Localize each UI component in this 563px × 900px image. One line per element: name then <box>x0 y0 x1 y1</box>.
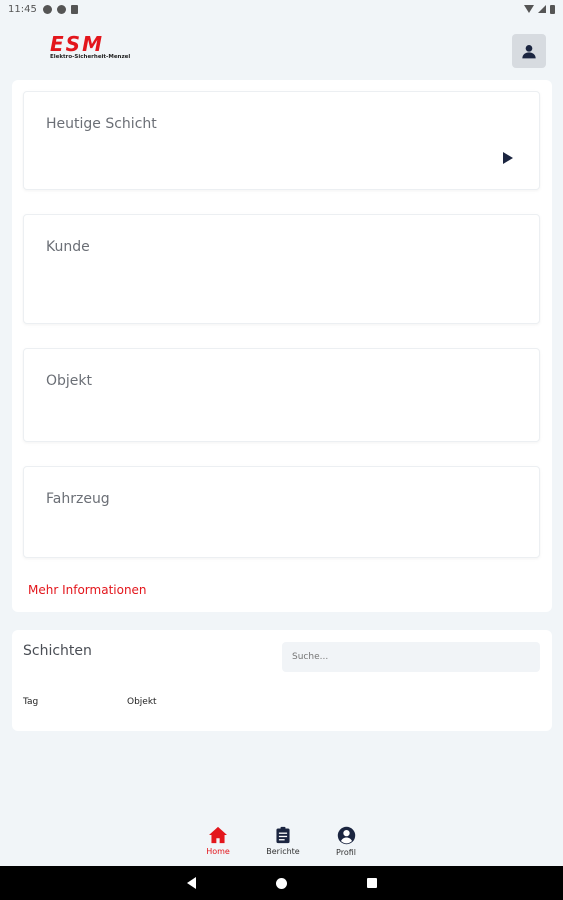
account-circle-icon <box>337 826 355 845</box>
profile-button[interactable] <box>512 34 546 68</box>
column-header-objekt[interactable]: Objekt <box>127 697 157 707</box>
play-icon[interactable] <box>503 152 513 164</box>
notification-icon <box>56 4 66 14</box>
logo-subtitle: Elektro-Sicherheit-Menzel <box>50 54 131 60</box>
wifi-icon <box>524 5 534 13</box>
signal-icon <box>538 5 546 13</box>
home-icon <box>209 826 227 844</box>
column-header-tag[interactable]: Tag <box>23 697 38 707</box>
field-objekt[interactable]: Objekt <box>23 348 540 442</box>
recent-apps-icon[interactable] <box>367 878 377 888</box>
home-circle-icon[interactable] <box>276 878 287 889</box>
status-time: 11:45 <box>8 3 37 15</box>
field-label: Heutige Schicht <box>46 116 157 132</box>
battery-icon <box>550 4 555 14</box>
field-label: Objekt <box>46 373 93 389</box>
more-info-link[interactable]: Mehr Informationen <box>28 583 147 597</box>
nav-item-home[interactable]: Home <box>193 826 243 856</box>
search-input[interactable] <box>282 642 540 672</box>
field-kunde[interactable]: Kunde <box>23 214 540 324</box>
field-heutige-schicht[interactable]: Heutige Schicht <box>23 91 540 190</box>
system-navigation-bar <box>0 866 563 900</box>
shifts-card: Schichten Tag Objekt <box>12 630 552 731</box>
app-header: ESM Elektro-Sicherheit-Menzel <box>0 18 563 80</box>
nav-item-profil[interactable]: Profil <box>321 826 371 857</box>
clipboard-icon <box>276 826 290 844</box>
nav-label: Profil <box>336 848 356 857</box>
nav-label: Home <box>206 847 230 856</box>
notification-icon <box>70 4 78 14</box>
section-title: Schichten <box>23 643 92 659</box>
status-bar: 11:45 <box>0 0 563 18</box>
logo-text: ESM <box>50 32 104 56</box>
nav-item-berichte[interactable]: Berichte <box>258 826 308 856</box>
app-logo: ESM Elektro-Sicherheit-Menzel <box>50 34 162 64</box>
bottom-navigation: Home Berichte Profil <box>0 820 563 866</box>
shift-info-card: Heutige Schicht Kunde Objekt Fahrzeug Me… <box>12 80 552 612</box>
nav-label: Berichte <box>266 847 300 856</box>
field-fahrzeug[interactable]: Fahrzeug <box>23 466 540 558</box>
field-label: Kunde <box>46 239 90 255</box>
field-label: Fahrzeug <box>46 491 110 507</box>
person-icon <box>522 45 536 59</box>
back-icon[interactable] <box>187 877 196 889</box>
notification-icon <box>42 4 52 14</box>
